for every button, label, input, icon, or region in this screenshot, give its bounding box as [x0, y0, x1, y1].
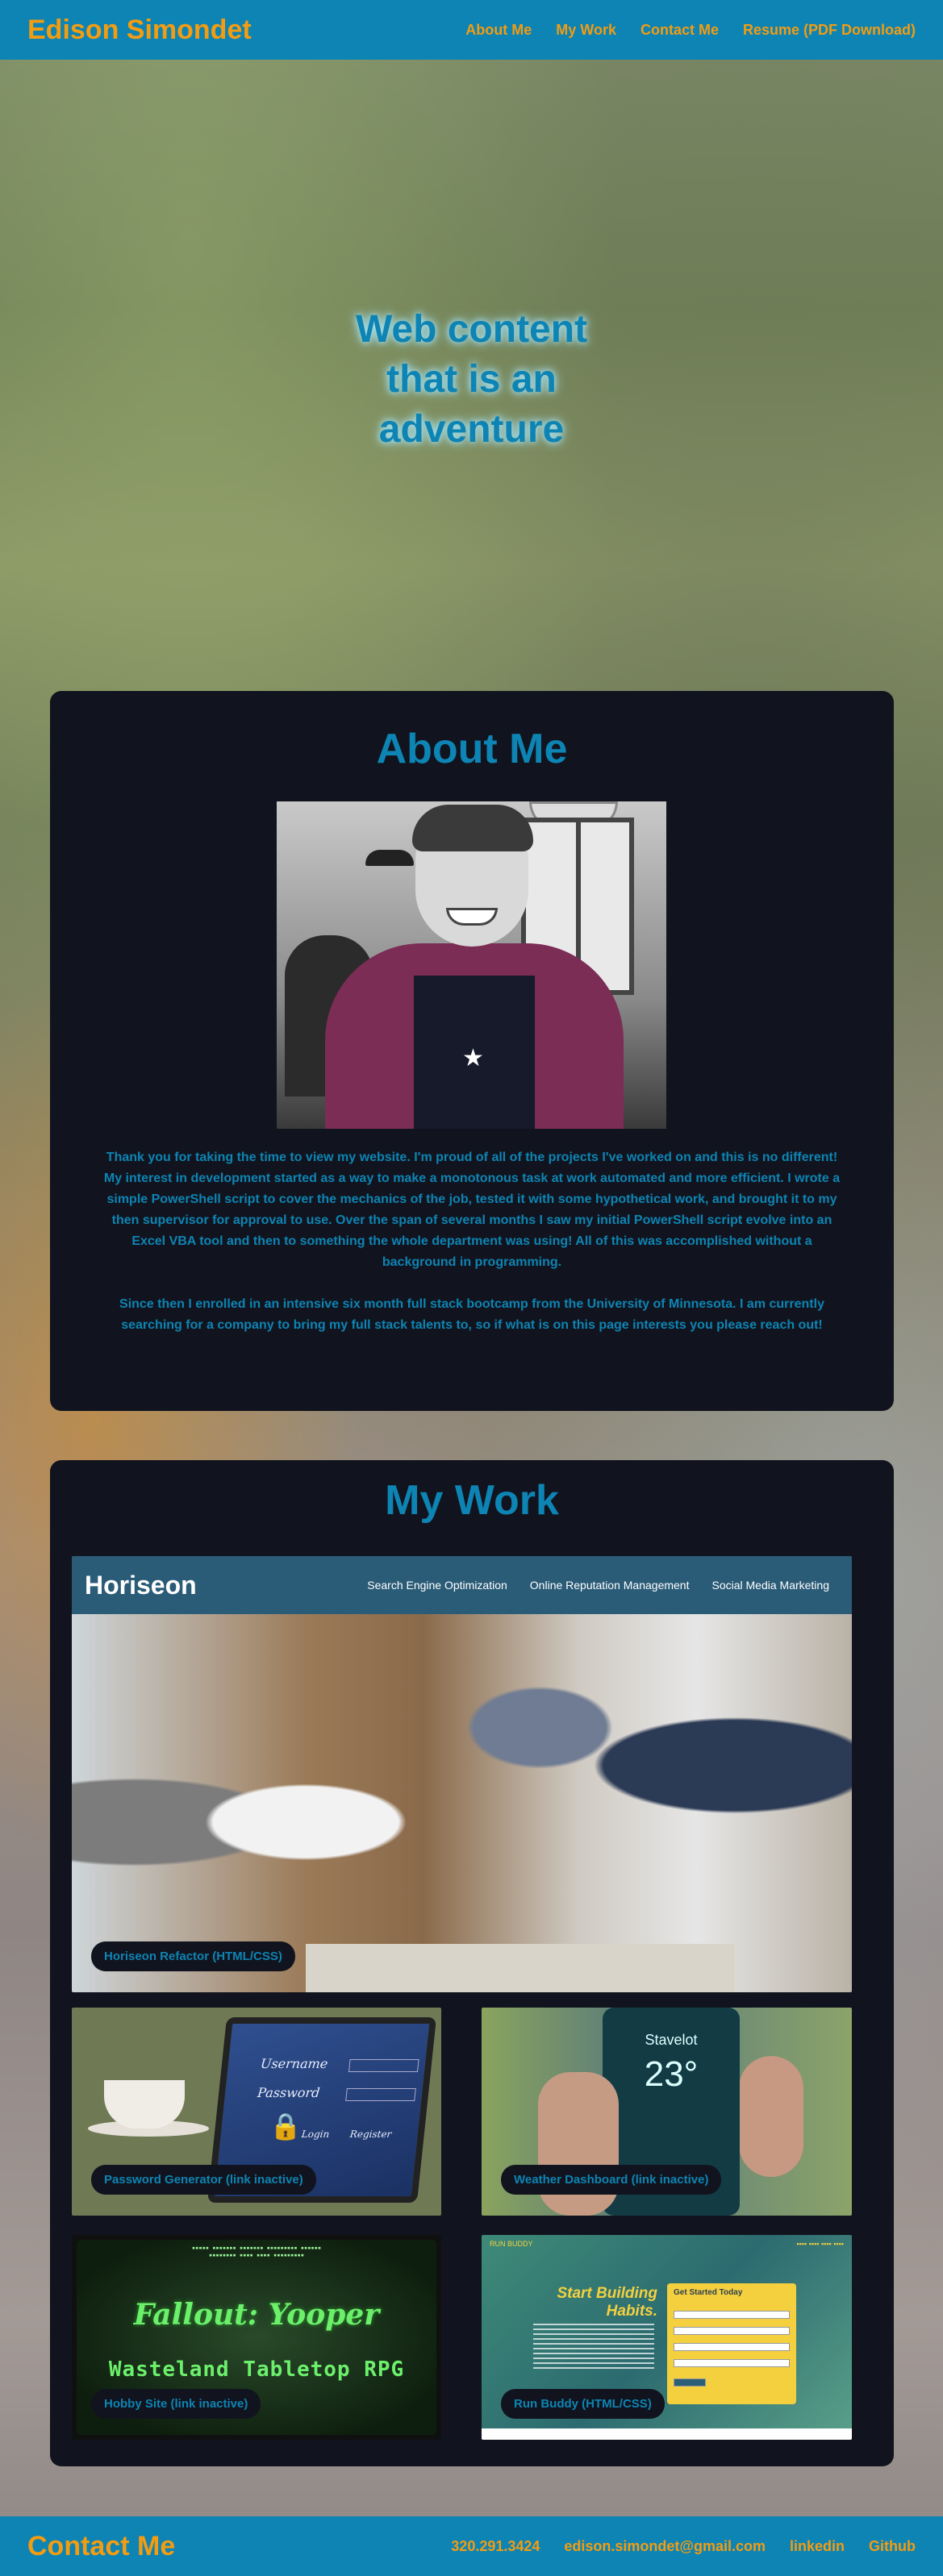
horiseon-nav-item: Search Engine Optimization	[367, 1579, 507, 1592]
contact-title: Contact Me	[27, 2530, 176, 2561]
work-title: My Work	[385, 1477, 559, 1524]
about-text: Thank you for taking the time to view my…	[100, 1147, 844, 1336]
password-preview-password: Password	[257, 2085, 321, 2100]
project-label[interactable]: Run Buddy (HTML/CSS)	[501, 2389, 665, 2419]
contact-links: 320.291.3424 edison.simondet@gmail.com l…	[451, 2538, 916, 2555]
nav-my-work[interactable]: My Work	[556, 22, 616, 39]
about-section: About Me ★ Thank you for taking the time…	[50, 691, 894, 1411]
project-card-hobby-site[interactable]: ▪▪▪▪▪ ▪▪▪▪▪▪▪ ▪▪▪▪▪▪▪ ▪▪▪▪▪▪▪▪▪ ▪▪▪▪▪▪ ▪▪…	[72, 2235, 441, 2440]
hero-line: that is an	[386, 358, 557, 401]
profile-photo: ★	[277, 801, 666, 1129]
main-nav: About Me My Work Contact Me Resume (PDF …	[465, 22, 916, 39]
runbuddy-brand: RUN BUDDY	[490, 2240, 533, 2248]
site-header: Edison Simondet About Me My Work Contact…	[0, 0, 943, 60]
horiseon-preview-nav: Search Engine Optimization Online Reputa…	[367, 1579, 829, 1592]
horiseon-nav-item: Online Reputation Management	[529, 1579, 690, 1592]
password-preview-username: Username	[260, 2056, 329, 2071]
hero-line: adventure	[378, 408, 565, 451]
nav-contact-me[interactable]: Contact Me	[640, 22, 719, 39]
runbuddy-form-title: Get Started Today	[674, 2288, 743, 2297]
lock-icon: 🔒	[269, 2112, 302, 2141]
nav-resume-download[interactable]: Resume (PDF Download)	[743, 22, 916, 39]
contact-email-link[interactable]: edison.simondet@gmail.com	[564, 2538, 766, 2555]
contact-linkedin-link[interactable]: linkedin	[790, 2538, 845, 2555]
nav-about-me[interactable]: About Me	[465, 22, 532, 39]
work-section: My Work Horiseon Search Engine Optimizat…	[50, 1460, 894, 2466]
weather-preview-temp: 23°	[644, 2054, 699, 2094]
password-preview-login: Login	[301, 2129, 331, 2140]
project-card-password-generator[interactable]: Username Password Login Register 🔒 Passw…	[72, 2008, 441, 2216]
contact-github-link[interactable]: Github	[869, 2538, 916, 2555]
horiseon-logo: Horiseon	[85, 1570, 197, 1600]
password-preview-register: Register	[349, 2129, 393, 2140]
hobby-preview-subtitle: Wasteland Tabletop RPG	[108, 2358, 405, 2382]
site-footer: Contact Me 320.291.3424 edison.simondet@…	[0, 2516, 943, 2576]
runbuddy-headline: Start Building Habits.	[557, 2285, 657, 2320]
project-card-run-buddy[interactable]: RUN BUDDY ▪▪▪▪ ▪▪▪▪ ▪▪▪▪ ▪▪▪▪ Start Buil…	[482, 2235, 852, 2440]
horiseon-nav-item: Social Media Marketing	[711, 1579, 829, 1592]
project-label[interactable]: Weather Dashboard (link inactive)	[501, 2165, 722, 2195]
horiseon-preview-header: Horiseon Search Engine Optimization Onli…	[72, 1556, 852, 1614]
about-paragraph: Thank you for taking the time to view my…	[103, 1151, 841, 1269]
hero-title: Web content that is an adventure	[0, 305, 943, 455]
weather-preview-city: Stavelot	[645, 2032, 698, 2048]
about-paragraph: Since then I enrolled in an intensive si…	[119, 1297, 824, 1332]
hobby-preview-title: Fallout: Yooper	[133, 2298, 380, 2332]
runbuddy-preview-header: RUN BUDDY ▪▪▪▪ ▪▪▪▪ ▪▪▪▪ ▪▪▪▪	[490, 2240, 844, 2248]
brand-name[interactable]: Edison Simondet	[27, 15, 252, 46]
contact-phone-link[interactable]: 320.291.3424	[451, 2538, 540, 2555]
project-card-horiseon[interactable]: Horiseon Search Engine Optimization Onli…	[72, 1556, 852, 1992]
about-title: About Me	[376, 726, 568, 772]
runbuddy-form-preview: Get Started Today	[667, 2283, 796, 2404]
hero-line: Web content	[355, 308, 588, 351]
project-label[interactable]: Horiseon Refactor (HTML/CSS)	[91, 1941, 295, 1971]
project-card-weather-dashboard[interactable]: Stavelot 23° Weather Dashboard (link ina…	[482, 2008, 852, 2216]
horiseon-preview-image	[72, 1614, 852, 1992]
project-label[interactable]: Password Generator (link inactive)	[91, 2165, 316, 2195]
project-label[interactable]: Hobby Site (link inactive)	[91, 2389, 261, 2419]
